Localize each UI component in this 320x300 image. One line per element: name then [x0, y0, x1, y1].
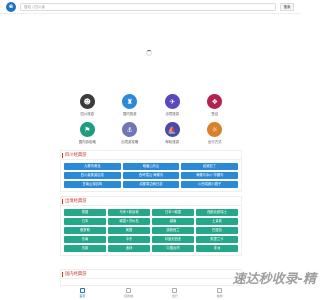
nav-label: 出行 [171, 294, 178, 298]
category-label: 国内游攻略 [78, 140, 96, 144]
section-title: 国内经典游 [61, 270, 241, 279]
route-link[interactable]: 西岭雪山·海螺沟 [122, 172, 180, 179]
route-link[interactable]: 斯里兰卡 [196, 236, 238, 243]
section-outbound: 出境经典游 泰国 马来+新加坡 日本+韩国 西欧北欧瑞士日本 韩国+济州岛 越南 土耳其俄罗… [60, 196, 242, 256]
nav-label: 我的 [216, 294, 223, 298]
nav-label: 目的地 [124, 294, 134, 298]
section-domestic: 国内经典游 [60, 269, 242, 285]
route-link[interactable]: 越南 [152, 218, 194, 225]
section-grid: 九寨沟黄龙 峨眉山乐山 稻城亚丁四川最美景区线 西岭雪山·海螺沟 海螺沟冰川·毕棚沟甘南… [61, 160, 241, 191]
route-link[interactable]: 川西成都小圈子 [181, 181, 238, 188]
section-sichuan: 四川经典游 九寨沟黄龙 峨眉山乐山 稻城亚丁四川最美景区线 西岭雪山·海螺沟 海螺沟冰川… [60, 150, 242, 192]
visa-icon: ❖ [207, 94, 223, 109]
nav-label: 首页 [79, 294, 86, 298]
route-link[interactable]: 成都周边两日游 [122, 181, 180, 188]
category-label: 邮轮旅游 [165, 140, 180, 144]
loading-spinner-icon [146, 50, 152, 56]
category-item[interactable]: ⛵ 邮轮旅游 [151, 122, 194, 144]
nav-icon [172, 288, 178, 293]
nav-item[interactable]: 出行 [172, 288, 178, 298]
section-title: 四川经典游 [61, 151, 241, 160]
nav-item[interactable]: 目的地 [124, 288, 133, 298]
route-link[interactable]: 西欧北欧瑞士 [196, 209, 238, 216]
route-link[interactable]: 韩国+济州岛 [108, 218, 150, 225]
cruise-icon: ⚓ [122, 122, 138, 137]
route-link[interactable]: 九寨沟黄龙 [64, 163, 121, 170]
bottom-nav: 首页 目的地 出行 我的 [60, 285, 242, 300]
landmark-icon: ♜ [122, 94, 138, 109]
route-link[interactable]: 日本+韩国 [152, 209, 194, 216]
search-input[interactable]: 搜站 / 四川省 [20, 2, 276, 11]
category-item[interactable]: ❖ 签证 [194, 94, 237, 116]
route-link[interactable]: 日本 [64, 218, 106, 225]
route-link[interactable]: 非洲 [196, 245, 238, 252]
route-link[interactable]: 海螺沟冰川·毕棚沟 [181, 172, 238, 179]
category-label: 国内旅游 [122, 112, 137, 116]
route-link[interactable]: 土耳其 [196, 218, 238, 225]
section-title: 出境经典游 [61, 197, 241, 206]
ship-icon: ⛵ [164, 122, 180, 137]
nav-icon [217, 288, 223, 293]
travel-mode-icon: ☼ [207, 122, 223, 137]
route-link[interactable]: 东欧 [64, 245, 106, 252]
route-link[interactable]: 峨眉山乐山 [122, 163, 180, 170]
route-link[interactable]: 泰国 [64, 209, 106, 216]
guide-icon: ⚑ [79, 122, 95, 137]
route-link[interactable]: 马来+新加坡 [108, 209, 150, 216]
nav-item[interactable]: 我的 [217, 288, 223, 298]
nav-icon [126, 288, 132, 293]
panda-icon: ☻ [79, 94, 95, 109]
route-link[interactable]: 东南 [64, 236, 106, 243]
category-label: 出境旅游 [165, 112, 180, 116]
category-item[interactable]: ⚑ 国内游攻略 [66, 122, 109, 144]
watermark-text: 速达秒收录-精 [232, 272, 316, 287]
route-link[interactable]: 俄罗斯 [64, 227, 106, 234]
logo-glyph: e [8, 3, 14, 10]
category-label: 四川旅游 [80, 112, 95, 116]
nav-icon [79, 288, 85, 293]
route-link[interactable]: 美国 [108, 227, 150, 234]
route-link[interactable]: 甘南山湖自驾 [64, 181, 121, 188]
section-grid: 泰国 马来+新加坡 日本+韩国 西欧北欧瑞士日本 韩国+济州岛 越南 土耳其俄罗斯 美国 澳新西… [61, 206, 241, 255]
plane-icon: ✈ [164, 94, 180, 109]
route-link[interactable]: 澳新西兰 [152, 227, 194, 234]
category-item[interactable]: ✈ 出境旅游 [151, 94, 194, 116]
category-item[interactable]: ♜ 国内旅游 [109, 94, 152, 116]
route-link[interactable]: 中东 [108, 236, 150, 243]
category-item[interactable]: ⚓ 出境游攻略 [109, 122, 152, 144]
category-item[interactable]: ☻ 四川旅游 [66, 94, 109, 116]
route-link[interactable]: 迪拜 [108, 245, 150, 252]
route-link[interactable]: 中国台湾 [152, 245, 194, 252]
category-item[interactable]: ☼ 出行方式 [194, 122, 237, 144]
top-bar: e 搜站 / 四川省 搜索 [0, 0, 300, 14]
category-label: 出境游攻略 [121, 140, 139, 144]
route-link[interactable]: 稻城亚丁 [181, 163, 238, 170]
search-button[interactable]: 搜索 [280, 2, 294, 11]
route-link[interactable]: 四川最美景区线 [64, 172, 121, 179]
route-link[interactable]: 印度尼西亚 [152, 236, 194, 243]
category-label: 签证 [211, 112, 219, 116]
category-icons: ☻ 四川旅游 ♜ 国内旅游 ✈ 出境旅游 ❖ 签证 ⚑ 国内游攻略 ⚓ 出境游攻略 ⛵ 邮轮旅游 ☼ 出行方式 [66, 94, 236, 144]
site-logo[interactable]: e [6, 1, 16, 12]
route-link[interactable]: 巴厘岛 [196, 227, 238, 234]
category-label: 出行方式 [207, 140, 222, 144]
nav-item[interactable]: 首页 [79, 288, 85, 298]
